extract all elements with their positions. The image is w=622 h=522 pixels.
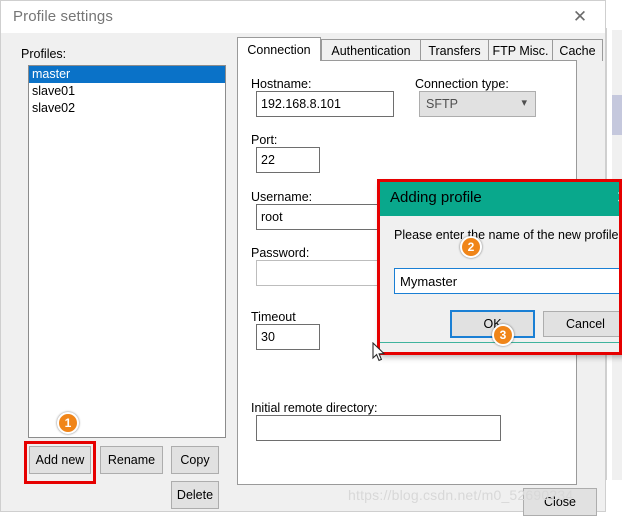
step-badge-2: 2	[460, 236, 482, 258]
close-x-icon[interactable]: ✕	[559, 3, 601, 31]
connection-type-select[interactable]: SFTP ▾	[419, 91, 536, 117]
list-item[interactable]: slave02	[29, 100, 225, 117]
cancel-button[interactable]: Cancel	[543, 311, 622, 337]
rename-button[interactable]: Rename	[100, 446, 163, 474]
profiles-label: Profiles:	[21, 47, 67, 61]
timeout-input[interactable]: 30	[256, 324, 320, 350]
list-item[interactable]: master	[29, 66, 225, 83]
initial-remote-directory-input[interactable]	[256, 415, 501, 441]
step-badge-3: 3	[492, 324, 514, 346]
profile-name-input[interactable]: Mymaster	[394, 268, 622, 294]
dialog-body: Please enter the name of the new profile…	[380, 216, 622, 341]
copy-button[interactable]: Copy	[171, 446, 219, 474]
chevron-down-icon: ▾	[521, 96, 527, 110]
tab-transfers[interactable]: Transfers	[420, 39, 489, 61]
window-titlebar: Profile settings ✕	[1, 1, 605, 33]
background-scrollbar-thumb	[612, 95, 622, 135]
tab-connection[interactable]: Connection	[237, 37, 321, 61]
tab-ftp-misc[interactable]: FTP Misc.	[488, 39, 553, 61]
profiles-listbox[interactable]: master slave01 slave02	[28, 65, 226, 438]
tab-cache[interactable]: Cache	[552, 39, 603, 61]
connection-type-label: Connection type:	[415, 77, 509, 91]
page-title: Profile settings	[13, 8, 113, 25]
port-label: Port:	[251, 133, 278, 147]
dialog-titlebar: Adding profile ✕	[380, 182, 622, 216]
dialog-title: Adding profile	[390, 189, 482, 206]
username-label: Username:	[251, 190, 313, 204]
initial-remote-directory-label: Initial remote directory:	[251, 401, 378, 415]
port-input[interactable]: 22	[256, 147, 320, 173]
hostname-label: Hostname:	[251, 77, 312, 91]
username-input[interactable]: root	[256, 204, 394, 230]
connection-type-value: SFTP	[426, 97, 458, 111]
password-input[interactable]	[256, 260, 394, 286]
hostname-input[interactable]: 192.168.8.101	[256, 91, 394, 117]
step-badge-1: 1	[57, 412, 79, 434]
list-item[interactable]: slave01	[29, 83, 225, 100]
timeout-label: Timeout	[251, 310, 296, 324]
delete-button[interactable]: Delete	[171, 481, 219, 509]
dialog-prompt: Please enter the name of the new profile	[394, 228, 619, 242]
close-x-icon[interactable]: ✕	[610, 186, 622, 210]
screenshot-root: Profile settings ✕ Profiles: master slav…	[0, 0, 622, 522]
password-label: Password:	[251, 246, 310, 260]
add-new-button[interactable]: Add new	[29, 446, 91, 474]
tab-authentication[interactable]: Authentication	[321, 39, 421, 61]
watermark-text: https://blog.csdn.net/m0_52690234	[348, 487, 574, 503]
